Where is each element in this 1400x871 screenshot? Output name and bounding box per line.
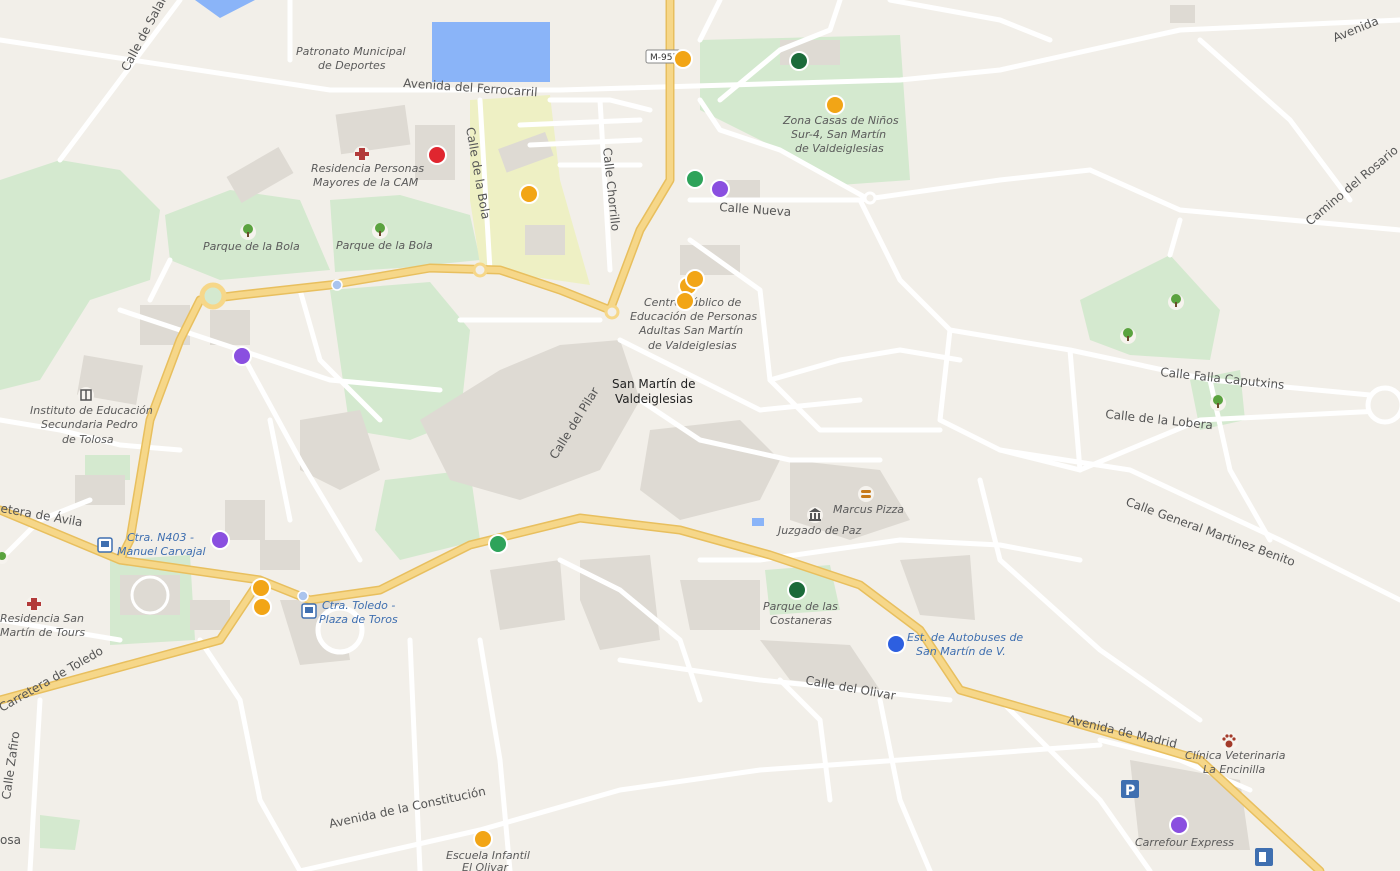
svg-text:Valdeiglesias: Valdeiglesias xyxy=(615,392,693,406)
tree-icon xyxy=(1120,328,1136,344)
marker-orange-toros-2[interactable] xyxy=(252,597,272,617)
bus-stop-icon[interactable] xyxy=(97,537,113,553)
school-icon xyxy=(78,387,94,403)
poi-label-parque-costaneras: Parque de las Costaneras xyxy=(763,600,838,627)
tree-icon xyxy=(1168,294,1184,310)
tree-icon xyxy=(240,224,256,240)
transit-label-plaza-toros: Ctra. Toledo -Plaza de Toros xyxy=(319,599,398,626)
tree-icon xyxy=(1210,395,1226,411)
poi-label-carrefour: Carrefour Express xyxy=(1135,836,1234,849)
street-label-rosa: osa xyxy=(0,833,21,847)
marker-orange-sports[interactable] xyxy=(519,184,539,204)
restaurant-icon xyxy=(858,486,874,502)
marker-orange-zona-casas[interactable] xyxy=(825,95,845,115)
bus-stop-icon[interactable] xyxy=(301,603,317,619)
marker-purple-west[interactable] xyxy=(232,346,252,366)
poi-label-juzgado: Juzgado de Paz xyxy=(776,524,862,537)
marker-purple-n403[interactable] xyxy=(210,530,230,550)
svg-text:San Martín de: San Martín de xyxy=(612,377,696,391)
traffic-signal-icon xyxy=(297,590,309,602)
parking-icon[interactable]: P xyxy=(1121,780,1139,799)
medical-cross-icon xyxy=(26,596,42,612)
map-canvas[interactable]: M-957 Calle de Salam Avenida del Ferroca… xyxy=(0,0,1400,871)
marker-red-residencia[interactable] xyxy=(427,145,447,165)
poi-label-parque-bola-1: Parque de la Bola xyxy=(203,240,300,253)
tree-icon xyxy=(372,223,388,239)
medical-cross-icon xyxy=(354,146,370,162)
marker-blue-estacion[interactable] xyxy=(886,634,906,654)
marker-darkgreen-top[interactable] xyxy=(789,51,809,71)
marker-orange-toros-1[interactable] xyxy=(251,578,271,598)
marker-purple-calle-nueva[interactable] xyxy=(710,179,730,199)
marker-darkgreen-costaneras[interactable] xyxy=(787,580,807,600)
marker-purple-carrefour[interactable] xyxy=(1169,815,1189,835)
poi-label-parque-bola-2: Parque de la Bola xyxy=(336,239,433,252)
transit-label-n403: Ctra. N403 -Manuel Carvajal xyxy=(117,531,206,558)
marker-green-calle-nueva[interactable] xyxy=(685,169,705,189)
poi-label-residencia-san-martin: Residencia San Martín de Tours xyxy=(0,612,85,639)
courthouse-icon xyxy=(807,507,823,523)
marker-orange-m957[interactable] xyxy=(673,49,693,69)
marker-orange-centro-2[interactable] xyxy=(685,269,705,289)
marker-orange-centro-3[interactable] xyxy=(675,291,695,311)
marker-green-center[interactable] xyxy=(488,534,508,554)
poi-label-residencia-cam: Residencia Personas Mayores de la CAM xyxy=(311,162,424,189)
poi-label-marcus-pizza: Marcus Pizza xyxy=(833,503,904,516)
town-label: San Martín de Valdeiglesias xyxy=(612,377,696,406)
marker-orange-escuela[interactable] xyxy=(473,829,493,849)
traffic-signal-icon xyxy=(331,279,343,291)
fuel-station-icon[interactable] xyxy=(1255,848,1273,866)
poi-label-zona-casas: Zona Casas de Niños Sur-4, San Martín de V… xyxy=(782,114,899,155)
vet-paw-icon xyxy=(1220,732,1238,750)
svg-text:P: P xyxy=(1125,783,1135,799)
